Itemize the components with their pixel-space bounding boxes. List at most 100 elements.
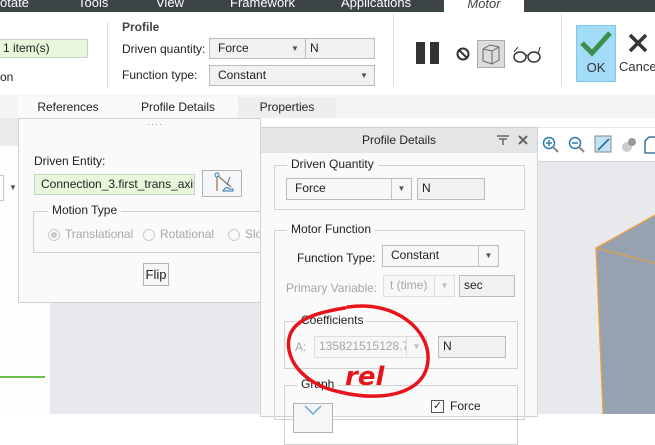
chevron-down-icon: ▼: [391, 179, 411, 199]
chevron-down-icon: ▼: [360, 71, 368, 80]
radio-icon: [228, 228, 240, 241]
function-type-value: Constant: [391, 248, 440, 262]
display-style-icon[interactable]: [620, 135, 638, 155]
zoom-out-icon[interactable]: [568, 136, 586, 154]
function-type-label: Function Type:: [297, 251, 376, 265]
driven-quantity-dropdown[interactable]: Force ▼: [286, 178, 412, 200]
tab-tools[interactable]: Tools: [78, 0, 108, 10]
glasses-icon: [513, 46, 541, 63]
graph-icon: [304, 405, 322, 416]
left-pane-header: [0, 118, 18, 146]
left-dropdown[interactable]: [0, 175, 4, 201]
checkbox-checked-icon: ✓: [431, 400, 444, 414]
cancel-label: Cancel: [619, 59, 655, 74]
wireframe-preview-button[interactable]: [477, 40, 505, 68]
divider: [561, 14, 562, 86]
primary-variable-unit: sec: [459, 275, 515, 297]
profile-details-header[interactable]: Profile Details: [261, 128, 537, 153]
force-checkbox-label: Force: [450, 399, 481, 413]
radio-rotational[interactable]: Rotational: [143, 227, 214, 241]
radio-selected-icon: [48, 228, 60, 241]
pause-button[interactable]: [416, 42, 440, 64]
function-type-dropdown[interactable]: Constant ▼: [382, 245, 499, 267]
green-indicator-line: [0, 376, 45, 378]
graph-button[interactable]: [293, 403, 333, 433]
tab-profile-details[interactable]: Profile Details: [118, 97, 238, 118]
chevron-down-icon: ▼: [9, 183, 17, 192]
flip-button[interactable]: Flip: [143, 263, 169, 286]
drag-handle[interactable]: ····: [147, 119, 163, 129]
checkmark-icon: [580, 31, 612, 57]
3d-model: [595, 214, 655, 414]
radio-translational[interactable]: Translational: [48, 227, 133, 241]
driven-quantity-group-label: Driven Quantity: [287, 157, 378, 171]
divider: [393, 14, 394, 86]
ok-button[interactable]: OK: [576, 25, 616, 82]
ok-label: OK: [586, 60, 606, 75]
chevron-down-icon: ▼: [434, 276, 454, 296]
coefficients-group-label: Coefficients: [297, 313, 368, 327]
driven-quantity-group: Driven Quantity Force ▼ N: [274, 157, 525, 210]
force-checkbox[interactable]: ✓ Force: [431, 399, 481, 414]
divider: [107, 22, 108, 88]
view-toolbar: [537, 128, 655, 162]
driven-quantity-unit: N: [417, 178, 485, 200]
motion-type-label: Motion Type: [48, 203, 122, 217]
profile-details-panel: Profile Details Driven Quantity Force ▼ N…: [260, 127, 538, 445]
driven-quantity-value: Force: [295, 181, 326, 195]
pin-icon[interactable]: [497, 135, 509, 145]
close-icon[interactable]: [518, 135, 528, 145]
references-panel: ···· Driven Entity: Connection_3.first_t…: [18, 118, 273, 303]
saved-views-icon[interactable]: [644, 135, 655, 155]
driven-entity-label: Driven Entity:: [34, 154, 106, 168]
primary-variable-value: t (time): [390, 278, 428, 292]
zoom-in-icon[interactable]: [542, 136, 560, 154]
references-collector-field[interactable]: 1 item(s): [0, 39, 88, 58]
motor-function-group: Motor Function Function Type: Constant ▼ …: [274, 222, 525, 445]
cancel-button[interactable]: Cancel: [619, 25, 655, 82]
tab-references[interactable]: References: [18, 97, 118, 118]
radio-label: Rotational: [160, 227, 215, 241]
chevron-down-icon: ▼: [478, 246, 498, 266]
chevron-down-icon: ▼: [291, 44, 299, 53]
refit-icon[interactable]: [594, 135, 612, 153]
tab-properties[interactable]: Properties: [238, 97, 336, 118]
driven-quantity-dropdown[interactable]: Force ▼: [209, 38, 306, 59]
primary-variable-label: Primary Variable:: [286, 281, 378, 295]
graphics-background: [50, 302, 260, 414]
coefficients-group: Coefficients A: 135821515128.752 ▼ N: [284, 313, 518, 369]
pause-icon: [416, 42, 439, 64]
function-type-value: Constant: [218, 68, 267, 82]
coef-a-label: A:: [295, 340, 307, 354]
tab-view[interactable]: View: [156, 0, 184, 10]
tab-applications[interactable]: Applications: [341, 0, 411, 10]
driven-entity-field[interactable]: Connection_3.first_trans_axis: [34, 174, 195, 195]
driven-quantity-value: Force: [218, 41, 249, 55]
function-type-label: Function type:: [122, 68, 198, 82]
select-entity-button[interactable]: [202, 170, 242, 197]
chevron-down-icon: ▼: [406, 337, 426, 357]
tab-annotate[interactable]: otate: [0, 0, 29, 10]
graph-group-label: Graph: [297, 377, 339, 391]
driven-quantity-label: Driven quantity:: [122, 42, 206, 56]
graphics-viewport[interactable]: [537, 127, 655, 414]
graph-group: Graph ✓ Force: [284, 377, 518, 445]
function-type-dropdown[interactable]: Constant ▼: [209, 65, 375, 86]
panel-title: Profile Details: [361, 133, 437, 147]
wireframe-box-icon: [482, 44, 500, 65]
coef-a-field: 135821515128.752 ▼: [314, 336, 427, 358]
motion-type-group: Motion Type Translational Rotational Slo: [33, 203, 273, 253]
ribbon-left-label: on: [0, 70, 14, 84]
motor-function-group-label: Motor Function: [287, 222, 376, 236]
ban-icon: [456, 47, 470, 61]
profile-group-title: Profile: [122, 20, 160, 34]
primary-variable-dropdown: t (time) ▼: [383, 275, 455, 297]
glasses-button[interactable]: [512, 46, 542, 67]
tab-framework[interactable]: Framework: [230, 0, 295, 10]
radio-icon: [143, 228, 155, 241]
select-axis-icon: [214, 172, 234, 192]
close-icon: [628, 33, 648, 53]
driven-quantity-unit: N: [305, 38, 375, 59]
radio-label: Translational: [65, 227, 134, 241]
disable-button[interactable]: [456, 47, 470, 64]
